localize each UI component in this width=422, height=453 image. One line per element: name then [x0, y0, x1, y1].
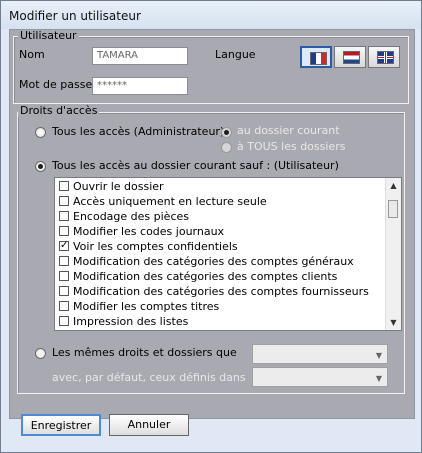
- same-rights-radio[interactable]: [35, 348, 46, 359]
- window-title: Modifier un utilisateur: [9, 9, 141, 23]
- permission-item[interactable]: Accès uniquement en lecture seule: [57, 194, 377, 209]
- save-button[interactable]: Enregistrer: [21, 414, 101, 436]
- current-folder-radio[interactable]: [221, 127, 232, 138]
- user-group-legend: Utilisateur: [18, 29, 79, 42]
- permission-label: Voir les comptes confidentiels: [73, 240, 238, 253]
- default-rights-label: avec, par défaut, ceux définis dans: [52, 371, 246, 384]
- scroll-up-button[interactable]: ▲: [387, 179, 400, 192]
- language-label: Langue: [215, 48, 256, 61]
- scroll-thumb[interactable]: [388, 200, 398, 218]
- access-rights-legend: Droits d'accès: [18, 104, 100, 117]
- unchecked-checkbox-icon[interactable]: [59, 226, 69, 236]
- dialog-content: Utilisateur Nom TAMARA Langue Mot de pas…: [9, 29, 415, 419]
- current-folder-label: au dossier courant: [237, 124, 340, 137]
- french-flag-button[interactable]: [300, 46, 332, 68]
- unchecked-checkbox-icon[interactable]: [59, 286, 69, 296]
- permission-item[interactable]: Ouvrir le dossier: [57, 179, 377, 194]
- permission-label: Encodage des pièces: [73, 210, 189, 223]
- permission-label: Ouvrir le dossier: [73, 180, 164, 193]
- english-flag-vertical-cross: [384, 52, 387, 63]
- french-flag-icon: [310, 52, 327, 65]
- permissions-list[interactable]: Ouvrir le dossier Accès uniquement en lec…: [54, 177, 402, 331]
- unchecked-checkbox-icon[interactable]: [59, 271, 69, 281]
- checked-checkbox-icon[interactable]: ✓: [59, 241, 69, 251]
- exclusions-label: Tous les accès au dossier courant sauf :…: [52, 159, 339, 172]
- permission-item[interactable]: Modifier les codes journaux: [57, 224, 377, 239]
- permission-item[interactable]: Modifier les comptes titres: [57, 299, 377, 314]
- unchecked-checkbox-icon[interactable]: [59, 196, 69, 206]
- permission-item[interactable]: Modification des catégories des comptes …: [57, 254, 377, 269]
- unchecked-checkbox-icon[interactable]: [59, 211, 69, 221]
- all-folders-radio[interactable]: [221, 142, 232, 153]
- permission-item[interactable]: ✓ Voir les comptes confidentiels: [57, 239, 377, 254]
- name-label: Nom: [19, 48, 45, 61]
- all-access-label: Tous les accès (Administrateur): [52, 125, 225, 138]
- permission-label: Modification des catégories des comptes …: [73, 285, 369, 298]
- all-access-radio[interactable]: [35, 127, 46, 138]
- permission-label: Modification des catégories des comptes …: [73, 270, 338, 283]
- password-input[interactable]: ******: [92, 77, 188, 95]
- dropdown-arrow-icon: ▼: [375, 374, 382, 383]
- dropdown-arrow-icon: ▼: [375, 351, 382, 360]
- permission-item[interactable]: Modification des catégories des comptes …: [57, 269, 377, 284]
- password-label: Mot de passe: [19, 78, 93, 91]
- unchecked-checkbox-icon[interactable]: [59, 181, 69, 191]
- dutch-flag-icon: [343, 51, 360, 64]
- default-rights-dropdown[interactable]: ▼: [252, 367, 388, 387]
- scroll-down-button[interactable]: ▼: [387, 316, 400, 329]
- permission-item[interactable]: Encodage des pièces: [57, 209, 377, 224]
- permission-label: Modifier les comptes titres: [73, 300, 220, 313]
- permission-label: Impression des listes: [73, 315, 189, 328]
- permission-item[interactable]: Impression des listes: [57, 314, 377, 329]
- unchecked-checkbox-icon[interactable]: [59, 256, 69, 266]
- permission-label: Accès uniquement en lecture seule: [73, 195, 267, 208]
- permission-item[interactable]: Modification des catégories des comptes …: [57, 284, 377, 299]
- title-bar: Modifier un utilisateur: [1, 1, 421, 29]
- same-rights-dropdown[interactable]: ▼: [252, 344, 388, 364]
- name-input[interactable]: TAMARA: [92, 47, 188, 65]
- cancel-button[interactable]: Annuler: [109, 414, 189, 436]
- permission-label: Modifier les codes journaux: [73, 225, 225, 238]
- unchecked-checkbox-icon[interactable]: [59, 316, 69, 326]
- english-flag-button[interactable]: [368, 46, 400, 68]
- dutch-flag-button[interactable]: [334, 46, 366, 68]
- same-rights-label: Les mêmes droits et dossiers que: [52, 346, 237, 359]
- list-scrollbar[interactable]: ▲ ▼: [385, 178, 401, 330]
- all-folders-label: à TOUS les dossiers: [237, 140, 346, 153]
- english-flag-icon: [377, 51, 394, 64]
- permission-label: Modification des catégories des comptes …: [73, 255, 354, 268]
- exclusions-radio[interactable]: [35, 161, 46, 172]
- unchecked-checkbox-icon[interactable]: [59, 301, 69, 311]
- dialog-window: Modifier un utilisateur Utilisateur Nom …: [0, 0, 422, 453]
